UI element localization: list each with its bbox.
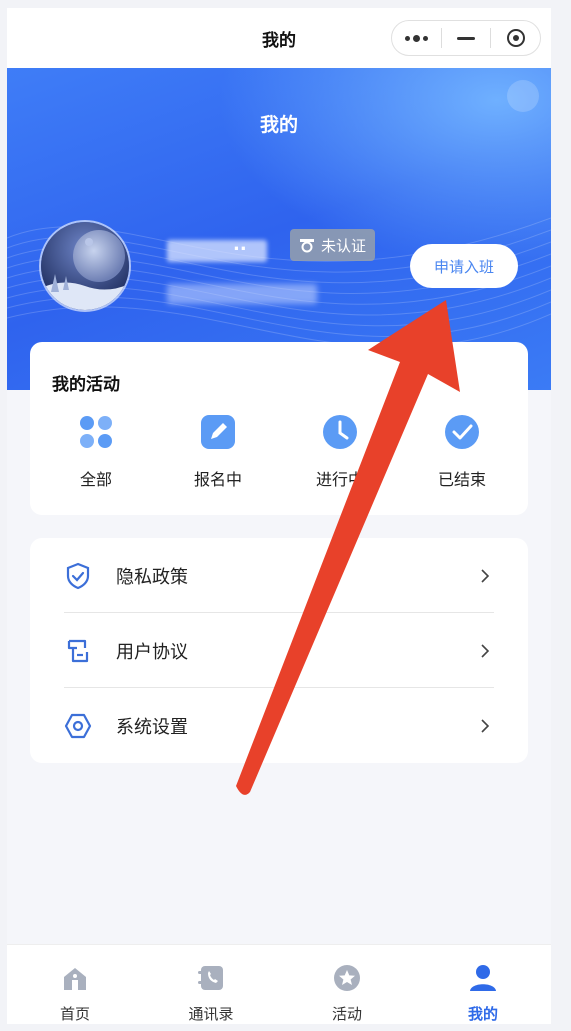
- verify-status-badge: 未认证: [290, 229, 376, 261]
- tab-activities[interactable]: 活动: [279, 945, 415, 1024]
- hexagon-settings-icon: [64, 713, 92, 738]
- minimize-button[interactable]: [442, 21, 491, 55]
- user-icon: [470, 965, 496, 991]
- edit-icon: [201, 415, 235, 449]
- check-icon: [445, 415, 479, 449]
- banner-title: 我的: [259, 114, 298, 136]
- chevron-right-icon: [481, 568, 490, 583]
- chevron-right-icon: [481, 718, 490, 733]
- menu-item-label: 隐私政策: [116, 566, 188, 588]
- more-button[interactable]: [392, 21, 441, 55]
- grid-icon: [80, 416, 112, 448]
- menu-item-label: 用户协议: [116, 641, 188, 663]
- document-icon: [67, 639, 89, 662]
- clock-icon: [323, 415, 357, 449]
- menu-item-label: 系统设置: [116, 716, 188, 738]
- activity-filter-all[interactable]: 全部: [46, 414, 146, 490]
- target-icon: [506, 29, 525, 47]
- user-id-redacted: [167, 284, 317, 304]
- username-suffix: ..: [233, 234, 247, 255]
- activities-title: 我的活动: [52, 375, 120, 395]
- contacts-icon: [198, 966, 223, 990]
- activity-filter-registering[interactable]: 报名中: [168, 414, 268, 490]
- avatar-image: [41, 222, 129, 310]
- top-navbar: 我的: [7, 8, 551, 68]
- apply-join-class-button[interactable]: 申请入班: [410, 244, 518, 288]
- activity-filter-ended[interactable]: 已结束: [412, 414, 512, 490]
- activity-filter-label: 全部: [79, 470, 112, 489]
- minus-icon: [457, 36, 475, 40]
- username-redacted: [167, 240, 267, 262]
- activity-filter-label: 已结束: [437, 470, 486, 489]
- tab-home[interactable]: 首页: [7, 945, 143, 1024]
- menu-item-user-agreement[interactable]: 用户协议: [30, 613, 528, 688]
- close-miniprogram-button[interactable]: [491, 21, 540, 55]
- miniprogram-capsule: [391, 20, 541, 56]
- page-title: 我的: [262, 30, 296, 51]
- id-card-icon: [300, 239, 314, 253]
- more-dots-icon: [404, 34, 428, 42]
- my-activities-card: 我的活动 全部 报名中 进行中 已结束: [30, 342, 528, 515]
- tab-label: 我的: [467, 1005, 498, 1023]
- tab-mine[interactable]: 我的: [415, 945, 551, 1024]
- activity-filter-label: 报名中: [193, 470, 242, 489]
- tab-label: 首页: [59, 1005, 90, 1023]
- star-icon: [334, 965, 360, 991]
- settings-menu-card: 隐私政策 用户协议 系统设置: [30, 538, 528, 763]
- shield-icon: [66, 562, 90, 589]
- verify-status-text: 未认证: [321, 236, 367, 255]
- home-icon: [64, 968, 86, 990]
- menu-item-privacy-policy[interactable]: 隐私政策: [30, 538, 528, 613]
- tab-label: 活动: [331, 1005, 362, 1023]
- bottom-tabbar: 首页 通讯录 活动 我的: [7, 944, 551, 1024]
- activity-filter-ongoing[interactable]: 进行中: [290, 414, 390, 490]
- tab-contacts[interactable]: 通讯录: [143, 945, 279, 1024]
- menu-item-system-settings[interactable]: 系统设置: [30, 688, 528, 763]
- phone-screen: 我的 我的 .. 未认证 申请入班 我的活动 全部 报名中 进行中 已结束 隐私…: [7, 8, 551, 1024]
- tab-label: 通讯录: [188, 1005, 234, 1023]
- avatar[interactable]: [39, 220, 131, 312]
- activity-filter-label: 进行中: [315, 470, 364, 489]
- chevron-right-icon: [481, 643, 490, 658]
